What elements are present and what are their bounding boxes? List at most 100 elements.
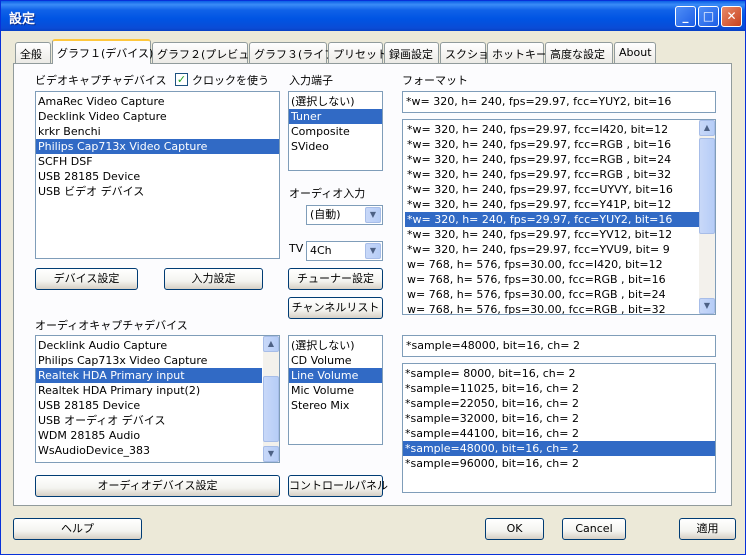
tv-channel-value: 4Ch (310, 244, 332, 257)
list-item[interactable]: USB 28185 Device (36, 398, 262, 413)
audio-device-settings-button[interactable]: オーディオデバイス設定 (35, 475, 280, 497)
list-item[interactable]: *w= 320, h= 240, fps=29.97, fcc=RGB , bi… (405, 152, 699, 167)
video-capture-label: ビデオキャプチャデバイス (35, 74, 167, 87)
list-item[interactable]: *w= 320, h= 240, fps=29.97, fcc=RGB , bi… (405, 167, 699, 182)
list-item[interactable]: krkr Benchi (36, 124, 279, 139)
tab-about[interactable]: About (614, 42, 656, 63)
tv-channel-select[interactable]: 4Ch ▼ (306, 241, 383, 261)
list-item[interactable]: Tuner (289, 109, 382, 124)
help-button[interactable]: ヘルプ (13, 518, 142, 540)
scroll-down-icon[interactable]: ▼ (263, 446, 279, 462)
tab-recording[interactable]: 録画設定 (384, 42, 439, 63)
chevron-down-icon[interactable]: ▼ (365, 243, 381, 259)
list-item[interactable]: *w= 320, h= 240, fps=29.97, fcc=I420, bi… (405, 122, 699, 137)
sample-format-current-field[interactable]: *sample=48000, bit=16, ch= 2 (402, 335, 716, 357)
cancel-button[interactable]: Cancel (562, 518, 626, 540)
maximize-button[interactable]: □ (698, 6, 719, 27)
audio-input-select[interactable]: (自動) ▼ (306, 205, 383, 225)
audio-input-value: (自動) (310, 208, 341, 221)
audio-input-label: オーディオ入力 (289, 187, 366, 200)
audio-capture-label: オーディオキャプチャデバイス (35, 319, 188, 332)
list-item[interactable]: *sample= 8000, bit=16, ch= 2 (403, 366, 715, 381)
scroll-up-icon[interactable]: ▲ (263, 336, 279, 352)
list-item[interactable]: *sample=44100, bit=16, ch= 2 (403, 426, 715, 441)
close-button[interactable]: ✕ (721, 6, 742, 27)
list-item[interactable]: *w= 320, h= 240, fps=29.97, fcc=UYVY, bi… (405, 182, 699, 197)
title-bar[interactable]: 設定 _ □ ✕ (1, 1, 745, 31)
settings-window: 設定 _ □ ✕ 全般 グラフ１(デバイス) グラフ２(プレビュー) グラフ３(… (0, 0, 746, 555)
control-panel-button[interactable]: コントロールパネル (288, 475, 388, 497)
list-item[interactable]: Composite (289, 124, 382, 139)
list-item[interactable]: *w= 320, h= 240, fps=29.97, fcc=Y41P, bi… (405, 197, 699, 212)
format-label: フォーマット (402, 74, 468, 87)
audio-line-list[interactable]: (選択しない) CD Volume Line Volume Mic Volume… (288, 335, 383, 445)
tab-hotkey[interactable]: ホットキー (487, 42, 547, 63)
tab-general[interactable]: 全般 (15, 42, 51, 63)
list-item[interactable]: Line Volume (289, 368, 382, 383)
scroll-thumb[interactable] (263, 376, 279, 442)
scroll-up-icon[interactable]: ▲ (699, 120, 715, 136)
list-item[interactable]: Philips Cap713x Video Capture (36, 139, 279, 154)
audio-device-scrollbar[interactable]: ▲ ▼ (263, 336, 279, 462)
tab-graph3-live[interactable]: グラフ３(ライブ) (249, 42, 340, 63)
format-scrollbar[interactable]: ▲ ▼ (699, 120, 715, 314)
list-item[interactable]: *w= 320, h= 240, fps=29.97, fcc=YUY2, bi… (405, 212, 699, 227)
channel-list-button[interactable]: チャンネルリスト (288, 297, 383, 319)
list-item[interactable]: *sample=32000, bit=16, ch= 2 (403, 411, 715, 426)
format-list[interactable]: *w= 320, h= 240, fps=29.97, fcc=I420, bi… (402, 119, 716, 315)
format-current-field[interactable]: *w= 320, h= 240, fps=29.97, fcc=YUY2, bi… (402, 91, 716, 113)
sample-format-list[interactable]: *sample= 8000, bit=16, ch= 2 *sample=110… (402, 363, 716, 493)
list-item[interactable]: SCFH DSF (36, 154, 279, 169)
input-terminal-label: 入力端子 (289, 74, 333, 87)
list-item[interactable]: SVideo (289, 139, 382, 154)
list-item[interactable]: *w= 320, h= 240, fps=29.97, fcc=YV12, bi… (405, 227, 699, 242)
list-item[interactable]: Philips Cap713x Video Capture (36, 353, 262, 368)
video-device-list[interactable]: AmaRec Video Capture Decklink Video Capt… (35, 91, 280, 259)
list-item[interactable]: *w= 320, h= 240, fps=29.97, fcc=YVU9, bi… (405, 242, 699, 257)
tab-graph1-device[interactable]: グラフ１(デバイス) (52, 39, 153, 64)
list-item[interactable]: *sample=48000, bit=16, ch= 2 (403, 441, 715, 456)
list-item[interactable]: w= 768, h= 576, fps=30.00, fcc=RGB , bit… (405, 302, 699, 314)
minimize-button[interactable]: _ (675, 6, 696, 27)
window-title: 設定 (9, 12, 36, 27)
tuner-settings-button[interactable]: チューナー設定 (288, 268, 383, 290)
list-item[interactable]: Mic Volume (289, 383, 382, 398)
list-item[interactable]: CD Volume (289, 353, 382, 368)
list-item[interactable]: *sample=11025, bit=16, ch= 2 (403, 381, 715, 396)
scroll-thumb[interactable] (699, 138, 715, 234)
apply-button[interactable]: 適用 (679, 518, 736, 540)
list-item[interactable]: w= 768, h= 576, fps=30.00, fcc=RGB , bit… (405, 287, 699, 302)
clock-checkbox-label: クロックを使う (192, 74, 269, 87)
list-item[interactable]: (選択しない) (289, 94, 382, 109)
list-item[interactable]: w= 768, h= 576, fps=30.00, fcc=I420, bit… (405, 257, 699, 272)
input-terminal-list[interactable]: (選択しない) Tuner Composite SVideo (288, 91, 383, 171)
list-item[interactable]: Decklink Audio Capture (36, 338, 262, 353)
list-item[interactable]: USB 28185 Device (36, 169, 279, 184)
list-item[interactable]: *w= 320, h= 240, fps=29.97, fcc=RGB , bi… (405, 137, 699, 152)
tab-advanced[interactable]: 高度な設定 (545, 42, 613, 63)
chevron-down-icon[interactable]: ▼ (365, 207, 381, 223)
scroll-down-icon[interactable]: ▼ (699, 298, 715, 314)
list-item[interactable]: USB ビデオ デバイス (36, 184, 279, 199)
tab-preset[interactable]: プリセット (328, 42, 388, 63)
device-settings-button[interactable]: デバイス設定 (35, 268, 138, 290)
list-item[interactable]: *sample=96000, bit=16, ch= 2 (403, 456, 715, 471)
list-item[interactable]: Realtek HDA Primary input(2) (36, 383, 262, 398)
tab-graph2-preview[interactable]: グラフ２(プレビュー) (152, 42, 265, 63)
list-item[interactable]: (選択しない) (289, 338, 382, 353)
list-item[interactable]: WsAudioDevice_383 (36, 443, 262, 458)
list-item[interactable]: WDM 28185 Audio (36, 428, 262, 443)
clock-checkbox[interactable]: ✓ (175, 73, 188, 86)
input-settings-button[interactable]: 入力設定 (164, 268, 263, 290)
list-item[interactable]: Decklink Video Capture (36, 109, 279, 124)
tv-label: TV (289, 242, 304, 255)
audio-device-list[interactable]: Decklink Audio Capture Philips Cap713x V… (35, 335, 280, 463)
ok-button[interactable]: OK (485, 518, 544, 540)
tab-screenshot[interactable]: スクショ (440, 42, 489, 63)
list-item[interactable]: AmaRec Video Capture (36, 94, 279, 109)
list-item[interactable]: USB オーディオ デバイス (36, 413, 262, 428)
list-item[interactable]: w= 768, h= 576, fps=30.00, fcc=RGB , bit… (405, 272, 699, 287)
list-item[interactable]: Stereo Mix (289, 398, 382, 413)
list-item[interactable]: Realtek HDA Primary input (36, 368, 262, 383)
list-item[interactable]: *sample=22050, bit=16, ch= 2 (403, 396, 715, 411)
